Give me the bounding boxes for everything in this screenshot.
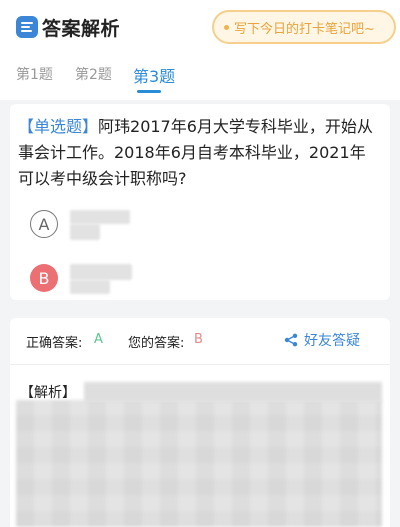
analysis-section: 【解析】 (10, 370, 390, 527)
analysis-label: 【解析】 (20, 385, 76, 401)
tab-question-2[interactable]: 第2题 (75, 64, 112, 84)
answer-app-icon (16, 16, 38, 38)
correct-answer-label: 正确答案: (26, 336, 83, 351)
option-a-blurred-text-2 (70, 224, 100, 240)
divider (10, 364, 390, 365)
option-b-blurred-text (70, 264, 132, 280)
analysis-blurred-content (16, 400, 382, 527)
friend-qa-label: 好友答疑 (304, 333, 360, 349)
question-card: 【单选题】阿玮2017年6月大学专科毕业，开始从事会计工作。2018年6月自考本… (10, 104, 390, 300)
tab-question-3[interactable]: 第3题 (133, 63, 175, 87)
option-a-blurred-text (70, 210, 130, 224)
page-title: 答案解析 (42, 18, 121, 40)
option-b[interactable]: B (30, 264, 370, 294)
question-tabs: 第1题 第2题 第3题 (0, 60, 400, 96)
share-icon (284, 333, 298, 347)
dot-icon (224, 24, 229, 30)
answer-summary-row: 正确答案: A 您的答案: B 好友答疑 (10, 318, 390, 364)
answer-card: 正确答案: A 您的答案: B 好友答疑 【解析】 (10, 318, 390, 527)
question-type-tag: 【单选题】 (18, 117, 99, 136)
option-a-marker: A (30, 210, 58, 238)
daily-note-prompt[interactable]: 写下今日的打卡笔记吧~ (212, 10, 396, 44)
option-a[interactable]: A (30, 210, 370, 240)
daily-note-text: 写下今日的打卡笔记吧~ (234, 21, 375, 37)
friend-qa-button[interactable]: 好友答疑 (284, 328, 360, 352)
tab-question-1[interactable]: 第1题 (16, 64, 53, 84)
correct-answer-value: A (94, 332, 103, 347)
my-answer-value: B (194, 332, 203, 347)
my-answer-label: 您的答案: (128, 336, 185, 351)
analysis-blurred-first-line (84, 382, 382, 402)
active-tab-indicator (137, 90, 161, 93)
option-b-blurred-text-2 (70, 280, 110, 294)
option-b-marker: B (30, 264, 58, 292)
question-text-block: 【单选题】阿玮2017年6月大学专科毕业，开始从事会计工作。2018年6月自考本… (18, 114, 380, 192)
header-bar: 答案解析 写下今日的打卡笔记吧~ 第1题 第2题 第3题 (0, 0, 400, 100)
